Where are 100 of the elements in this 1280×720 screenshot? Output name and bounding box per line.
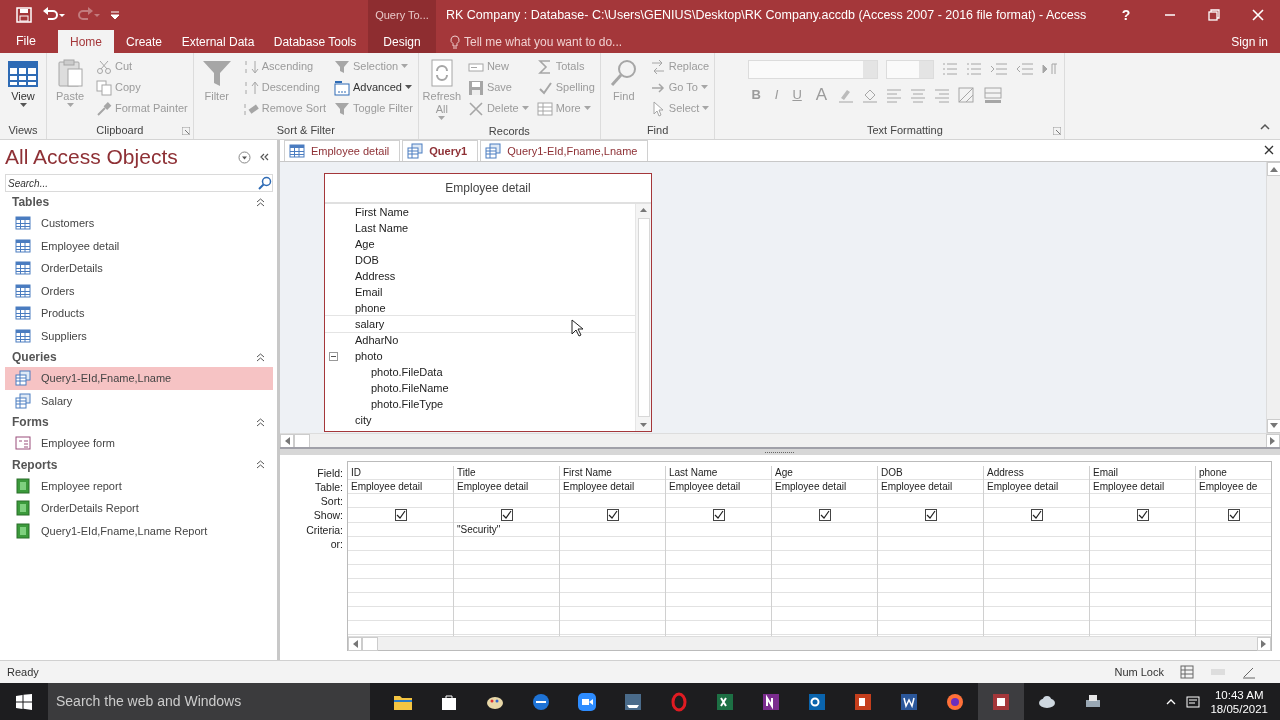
splitter-bar[interactable] (280, 447, 1280, 455)
grid-cell[interactable]: ID (348, 466, 453, 480)
grid-cell[interactable]: Employee detail (878, 480, 983, 494)
group-header[interactable]: Forms (12, 413, 49, 431)
nav-item[interactable]: Orders (5, 279, 273, 302)
sign-in-link[interactable]: Sign in (1231, 30, 1280, 53)
customize-icon[interactable] (110, 10, 120, 20)
document-tab[interactable]: Query1-EId,Fname,Lname (480, 140, 649, 161)
ribbon-tab[interactable]: Design (368, 30, 436, 53)
collapse-icon[interactable] (256, 460, 265, 469)
save-icon[interactable] (16, 7, 32, 23)
collapse-ribbon-icon[interactable] (1260, 123, 1270, 131)
grid-cell[interactable]: Employee detail (454, 480, 559, 494)
grid-cell[interactable]: Employee detail (666, 480, 771, 494)
grid-cell[interactable]: Title (454, 466, 559, 480)
collapse-icon[interactable] (329, 352, 338, 361)
search-field[interactable]: Search... (5, 174, 273, 192)
datasheet-view-icon[interactable] (1180, 665, 1194, 679)
field-name[interactable]: city (325, 412, 635, 428)
nav-item[interactable]: OrderDetails Report (5, 497, 273, 520)
nav-item[interactable]: Query1-EId,Fname,Lname (5, 367, 273, 390)
fill-bucket-icon[interactable] (862, 87, 879, 103)
mail-icon[interactable] (807, 691, 827, 712)
document-tab[interactable]: Employee detail (284, 140, 401, 161)
grid-cell[interactable]: Employee detail (560, 480, 665, 494)
fox-icon[interactable] (945, 691, 965, 712)
file-tab[interactable]: File (0, 30, 52, 53)
video-camera-icon[interactable] (577, 691, 597, 712)
align-left-icon[interactable] (886, 87, 903, 103)
clock-time[interactable]: 10:43 AM (1214, 687, 1264, 702)
document-icon[interactable] (899, 691, 919, 712)
field-name[interactable]: First Name (325, 204, 635, 220)
search-field[interactable]: Search the web and Windows (48, 683, 370, 720)
checkbox[interactable] (1030, 509, 1043, 521)
nav-item[interactable]: Employee detail (5, 234, 273, 257)
checkbox[interactable] (818, 509, 831, 521)
nav-item[interactable]: Customers (5, 212, 273, 235)
nav-item[interactable]: Query1-EId,Fname,Lname Report (5, 519, 273, 542)
increase-indent-icon[interactable] (990, 61, 1009, 77)
checkbox[interactable] (924, 509, 937, 521)
checkbox[interactable] (1227, 509, 1240, 521)
document-tab[interactable]: Query1 (402, 140, 479, 161)
grid-cell[interactable]: Email (1090, 466, 1195, 480)
gridlines-icon[interactable] (958, 87, 977, 103)
grid-cell[interactable]: First Name (560, 466, 665, 480)
font-name-field[interactable] (748, 59, 879, 79)
chevron-up-icon[interactable] (1166, 698, 1177, 705)
grid-cell[interactable]: DOB (878, 466, 983, 480)
ribbon-tab[interactable]: External Data (174, 30, 262, 53)
clock-date[interactable]: 18/05/2021 (1210, 701, 1268, 716)
align-center-icon[interactable] (910, 87, 927, 103)
database-icon[interactable] (991, 691, 1011, 712)
checkbox[interactable] (606, 509, 619, 521)
ribbon-tab[interactable]: Create (114, 30, 174, 53)
field-name[interactable]: Age (325, 236, 635, 252)
nav-item[interactable]: Employee form (5, 432, 273, 455)
grid-cell[interactable]: Employee detail (772, 480, 877, 494)
field-name[interactable]: Email (325, 284, 635, 300)
row-color-icon[interactable] (984, 87, 1003, 103)
ribbon-tab[interactable]: Home (58, 30, 114, 53)
font-size-field[interactable] (886, 59, 935, 79)
field-name[interactable]: photo.FileType (325, 396, 635, 412)
scrollbar[interactable] (348, 636, 1271, 650)
collapse-icon[interactable] (256, 417, 265, 427)
grid-cell[interactable]: Employee detail (1090, 480, 1195, 494)
field-name[interactable]: phone (325, 300, 635, 316)
scrollbar[interactable] (280, 433, 1280, 447)
field-name[interactable]: photo (325, 348, 635, 364)
design-view-icon[interactable] (1242, 665, 1256, 679)
decrease-indent-icon[interactable] (1016, 61, 1035, 77)
help-button[interactable]: ? (1104, 0, 1148, 30)
nav-item[interactable]: Products (5, 302, 273, 325)
grid-cell[interactable]: "Security" (454, 523, 559, 537)
scroll-thumb[interactable] (362, 637, 378, 651)
highlighter-icon[interactable] (838, 87, 855, 103)
collapse-pane-icon[interactable] (259, 152, 269, 162)
bullet-list-icon[interactable] (942, 61, 959, 77)
grid-cell[interactable]: Address (984, 466, 1089, 480)
checkbox[interactable] (1136, 509, 1149, 521)
slides-icon[interactable] (853, 691, 873, 712)
group-header[interactable]: Reports (12, 455, 58, 474)
nav-item[interactable]: Suppliers (5, 324, 273, 347)
checkbox[interactable] (712, 509, 725, 521)
notebook-icon[interactable] (761, 691, 781, 712)
dialog-launcher-icon[interactable] (1053, 127, 1062, 135)
collapse-icon[interactable] (256, 352, 265, 362)
grid-cell[interactable]: Employee detail (348, 480, 453, 494)
redo-icon[interactable] (76, 7, 100, 23)
notification-icon[interactable] (1186, 694, 1201, 709)
ribbon-button[interactable]: View (3, 56, 43, 110)
grid-cell[interactable]: Age (772, 466, 877, 480)
checkbox[interactable] (500, 509, 513, 521)
field-name[interactable]: photo.FileData (325, 364, 635, 380)
align-right-icon[interactable] (934, 87, 951, 103)
close-icon[interactable] (1264, 145, 1274, 155)
tell-me-field[interactable]: Tell me what you want to do... (464, 32, 623, 51)
numbered-list-icon[interactable] (966, 61, 983, 77)
scroll-thumb[interactable] (294, 434, 310, 448)
field-name[interactable]: Last Name (325, 220, 635, 236)
nav-item[interactable]: OrderDetails (5, 257, 273, 280)
